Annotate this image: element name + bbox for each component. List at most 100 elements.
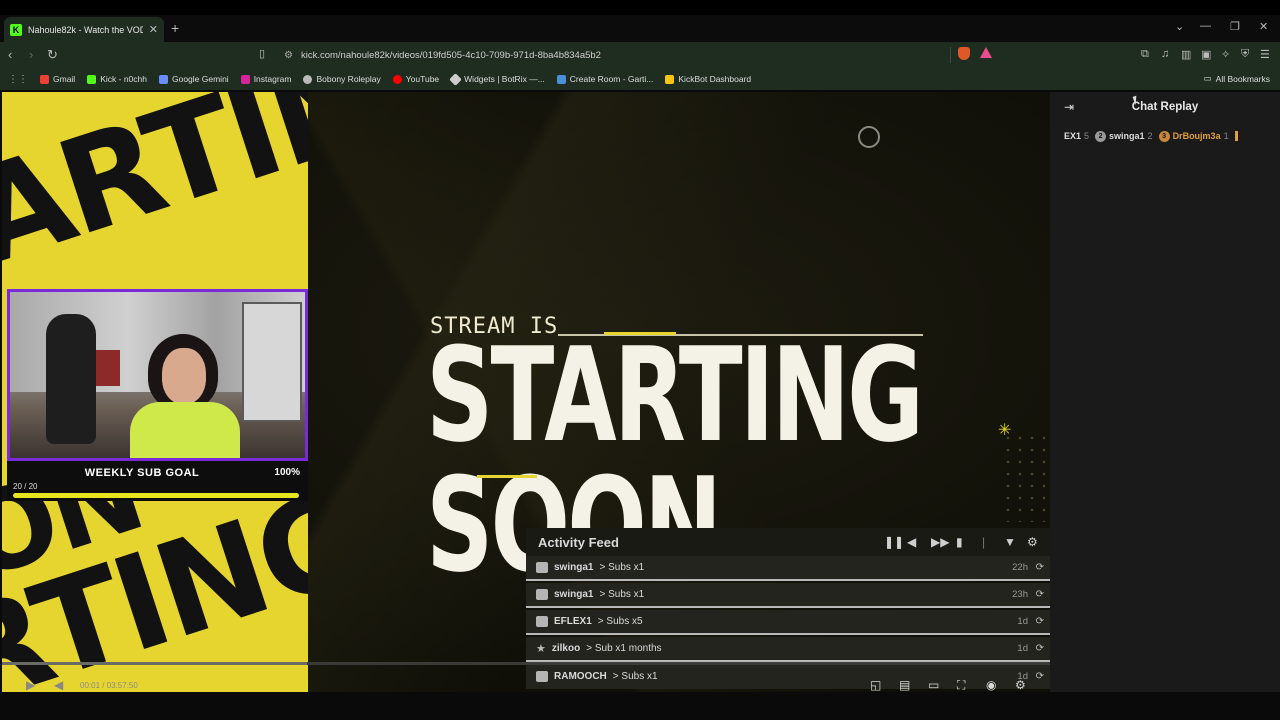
vpn-icon[interactable]: ⛨ (1241, 48, 1249, 61)
wallet-icon[interactable]: ▣ (1201, 48, 1211, 61)
gifter-name: swinga1 (1109, 131, 1145, 141)
leo-ai-icon[interactable]: ✧ (1221, 48, 1230, 61)
all-bookmarks-button[interactable]: ▭ All Bookmarks (1204, 73, 1270, 84)
forward-icon[interactable]: › (29, 47, 33, 62)
bookmark-label: KickBot Dashboard (678, 74, 752, 84)
bookmark-botrix[interactable]: Widgets | BotRix —... (449, 72, 545, 86)
gifter-item[interactable]: EX1 5 (1064, 131, 1089, 141)
replay-icon: ⟳ (1035, 643, 1044, 654)
bookmark-icon[interactable]: ▯ (259, 47, 265, 60)
bookmark-label: Create Room - Garti... (569, 74, 654, 84)
fullscreen-icon[interactable]: ⛶ (957, 678, 965, 693)
feed-row: RAMOOCH > Subs x1 1d ⟳ (526, 664, 1050, 689)
play-icon[interactable]: ▶ (26, 678, 35, 692)
gmail-icon (40, 74, 49, 84)
tab-close-icon[interactable]: ✕ (149, 23, 158, 36)
cam-streamer-body (130, 402, 240, 458)
media-icon[interactable]: ♫ (1161, 48, 1169, 60)
close-window-icon[interactable]: ✕ (1259, 20, 1268, 33)
gifter-item[interactable]: 2 swinga1 2 (1095, 130, 1153, 142)
youtube-icon (392, 74, 402, 84)
folder-icon: ▭ (1203, 73, 1212, 83)
chat-replay-title: Chat Replay (1131, 101, 1199, 113)
feed-row-text: > Sub x1 months (586, 643, 662, 654)
sub-goal-progress-bar (13, 493, 299, 498)
sidebar-icon[interactable]: ▥ (1181, 48, 1191, 61)
replay-icon: ⟳ (1035, 616, 1044, 627)
feed-row-user: swinga1 (554, 562, 594, 573)
reload-icon[interactable]: ↻ (47, 47, 58, 63)
bookmark-kickbot[interactable]: KickBot Dashboard (665, 74, 751, 84)
overlay-side-panel: ARTIN RTING ON WEEKLY SUB GOAL 100% 20 /… (2, 92, 308, 692)
site-info-icon[interactable]: ⚙ (284, 50, 293, 61)
feed-row-age: 22h (1012, 562, 1028, 573)
seek-bar[interactable] (2, 662, 1050, 665)
all-bookmarks-label: All Bookmarks (1215, 73, 1270, 84)
gifter-item[interactable]: 3 DrBoujm3a 1 (1158, 130, 1229, 142)
feed-row-user: RAMOOCH (554, 671, 607, 682)
minimize-icon[interactable]: — (1200, 20, 1211, 32)
url-field[interactable]: ⚙ kick.com/nahoule82k/videos/019fd505-4c… (278, 45, 998, 65)
bookmark-kick[interactable]: Kick - n0chh (87, 74, 147, 84)
back-icon[interactable]: ‹ (8, 47, 12, 62)
gift-icon (536, 671, 548, 682)
bookmark-label: Instagram (253, 74, 292, 84)
feed-row-age: 1d (1017, 616, 1028, 627)
feed-row-age: 1d (1017, 643, 1028, 654)
gift-icon (536, 562, 548, 573)
bookmark-youtube[interactable]: YouTube (392, 74, 439, 84)
pip-icon[interactable]: ◱ (870, 678, 881, 692)
new-tab-icon[interactable]: + (171, 20, 179, 36)
overlay-bg-text: ARTIN (2, 92, 308, 296)
playback-time: 00:01 / 03:57:50 (80, 681, 138, 690)
feed-row-user: EFLEX1 (554, 616, 592, 627)
feed-row: ★ zilkoo > Sub x1 months 1d ⟳ (526, 637, 1050, 662)
globe-icon (303, 74, 313, 84)
star-icon: ★ (536, 643, 546, 655)
gifter-count: 2 (1147, 131, 1153, 141)
feed-row: swinga1 > Subs x1 22h ⟳ (526, 556, 1050, 581)
clip-icon[interactable]: ▤ (899, 678, 910, 692)
menu-icon[interactable]: ☰ (1260, 48, 1270, 61)
kick-icon (87, 74, 97, 84)
video-player[interactable]: ARTIN RTING ON WEEKLY SUB GOAL 100% 20 /… (2, 92, 1050, 692)
bookmark-label: Kick - n0chh (100, 74, 147, 84)
extensions-icon[interactable]: ⧉ (1141, 48, 1149, 61)
bookmark-gemini[interactable]: Google Gemini (158, 74, 229, 84)
gemini-icon (158, 74, 168, 84)
sub-goal-percent: 100% (274, 467, 300, 478)
browser-tab-bar: K Nahoule82k - Watch the VOD on ✕ + ⌄ — … (0, 0, 1280, 42)
bookmark-gmail[interactable]: Gmail (40, 74, 75, 84)
bookmark-label: Bobony Roleplay (316, 74, 381, 84)
tab-search-chevron-icon[interactable]: ⌄ (1175, 20, 1184, 33)
bookmark-garti[interactable]: Create Room - Garti... (556, 74, 654, 84)
bookmark-instagram[interactable]: Instagram (240, 74, 292, 84)
brave-rewards-icon[interactable] (980, 47, 992, 58)
bookmark-label: Google Gemini (171, 74, 229, 84)
filter-icon: ▼ (1004, 535, 1016, 549)
brave-shields-icon[interactable] (958, 47, 970, 60)
separator: | (982, 535, 986, 549)
browser-tab[interactable]: K Nahoule82k - Watch the VOD on ✕ (4, 17, 164, 42)
chat-replay-panel: ⇥ Chat Replay EX1 5 2 swinga1 2 3 DrBoujm3a 1 (1050, 92, 1280, 692)
theater-mode-icon[interactable]: ▭ (928, 678, 939, 692)
feed-row-user: zilkoo (551, 643, 581, 654)
skip-icon: ▶▶ (931, 535, 950, 549)
bookmark-bobony[interactable]: Bobony Roleplay (303, 74, 381, 84)
feed-row: swinga1 > Subs x1 23h ⟳ (526, 583, 1050, 608)
pause-icon: ❚❚ (884, 535, 905, 549)
replay-icon: ⟳ (1035, 671, 1044, 682)
cam-streamer-face (162, 348, 206, 404)
address-bar-row: ‹ › ↻ ▯ ⚙ kick.com/nahoule82k/videos/019… (0, 42, 1280, 68)
kickbot-icon (665, 74, 675, 84)
gift-icon (536, 589, 548, 600)
feed-row-text: > Subs x1 (599, 562, 645, 573)
restore-icon[interactable]: ❐ (1230, 20, 1240, 33)
apps-grid-icon[interactable]: ⋮⋮ (8, 74, 28, 85)
feed-row-user: swinga1 (554, 589, 594, 600)
player-settings-icon[interactable]: ⚙ (1015, 678, 1026, 692)
sub-goal-title: WEEKLY SUB GOAL (84, 467, 200, 479)
trash-icon: ▮ (956, 535, 963, 549)
mute-icon[interactable]: ◀︎ (54, 678, 63, 692)
playback-speed-icon[interactable]: ◉ (986, 678, 996, 692)
